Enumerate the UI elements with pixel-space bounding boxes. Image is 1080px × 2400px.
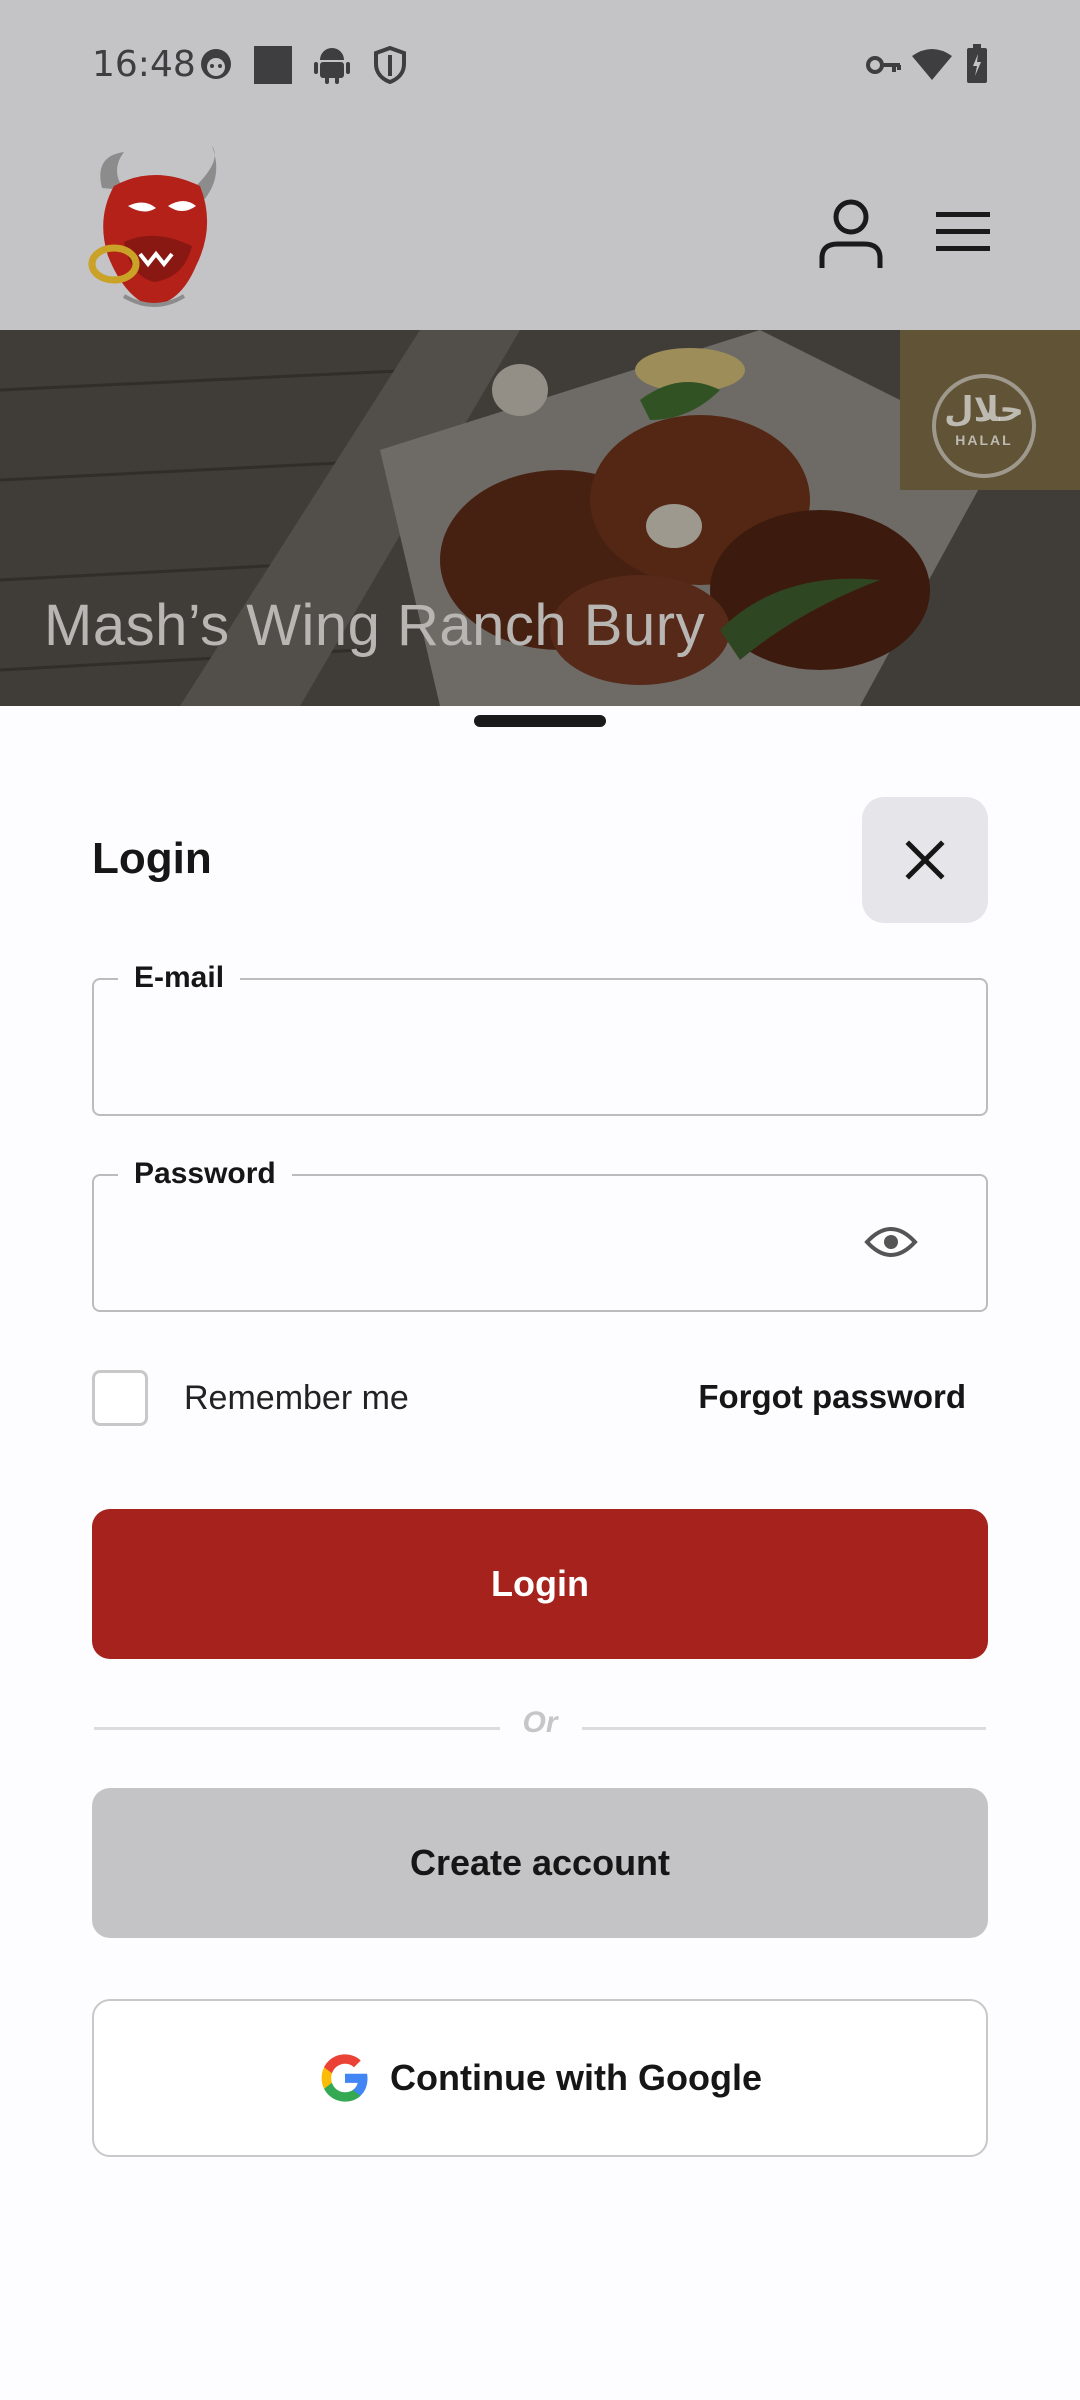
shield-icon (374, 45, 406, 89)
create-account-button[interactable]: Create account (92, 1788, 988, 1938)
battery-icon (966, 44, 988, 89)
restaurant-hero: حلال HALAL Mash’s Wing Ranch Bury (0, 330, 1080, 706)
hamburger-menu-icon (936, 212, 990, 251)
email-field[interactable] (124, 1020, 888, 1082)
login-button[interactable]: Login (92, 1509, 988, 1659)
remember-me-checkbox[interactable] (92, 1370, 148, 1426)
restaurant-name: Mash’s Wing Ranch Bury (44, 593, 706, 658)
account-button[interactable] (818, 198, 884, 270)
android-icon (314, 46, 350, 89)
menu-button[interactable] (934, 208, 994, 256)
google-signin-button[interactable]: Continue with Google (92, 1999, 988, 2157)
google-icon (321, 2054, 368, 2102)
bull-logo[interactable] (84, 146, 224, 316)
email-field-container: E-mail (92, 960, 988, 1116)
password-field[interactable] (124, 1216, 828, 1278)
close-icon (905, 840, 945, 880)
divider-line-right (582, 1727, 986, 1730)
google-button-label: Continue with Google (390, 2057, 762, 2098)
status-bar: 16:48 (0, 0, 1080, 134)
divider-line-left (94, 1727, 500, 1730)
forgot-password-link[interactable]: Forgot password (698, 1378, 966, 1416)
login-sheet: Login E-mail Password Remember me Forgot… (0, 706, 1080, 2400)
drag-handle[interactable] (474, 715, 606, 727)
square-icon (254, 46, 292, 89)
person-icon (819, 199, 883, 268)
or-divider: Or (522, 1706, 558, 1739)
key-icon (866, 54, 902, 81)
eye-icon (864, 1227, 918, 1257)
password-field-container: Password (92, 1156, 988, 1312)
halal-badge: حلال HALAL (932, 374, 1036, 478)
halal-badge-arabic: حلال (944, 390, 1024, 430)
face-icon (198, 46, 234, 87)
halal-badge-label: HALAL (955, 432, 1013, 448)
app-header (0, 134, 1080, 330)
status-time: 16:48 (92, 44, 196, 85)
password-label: Password (118, 1156, 292, 1192)
show-password-toggle[interactable] (864, 1222, 918, 1267)
wifi-icon (912, 48, 952, 85)
remember-me-label[interactable]: Remember me (184, 1379, 409, 1418)
email-label: E-mail (118, 960, 241, 996)
close-button[interactable] (862, 797, 988, 923)
sheet-title: Login (92, 834, 212, 883)
